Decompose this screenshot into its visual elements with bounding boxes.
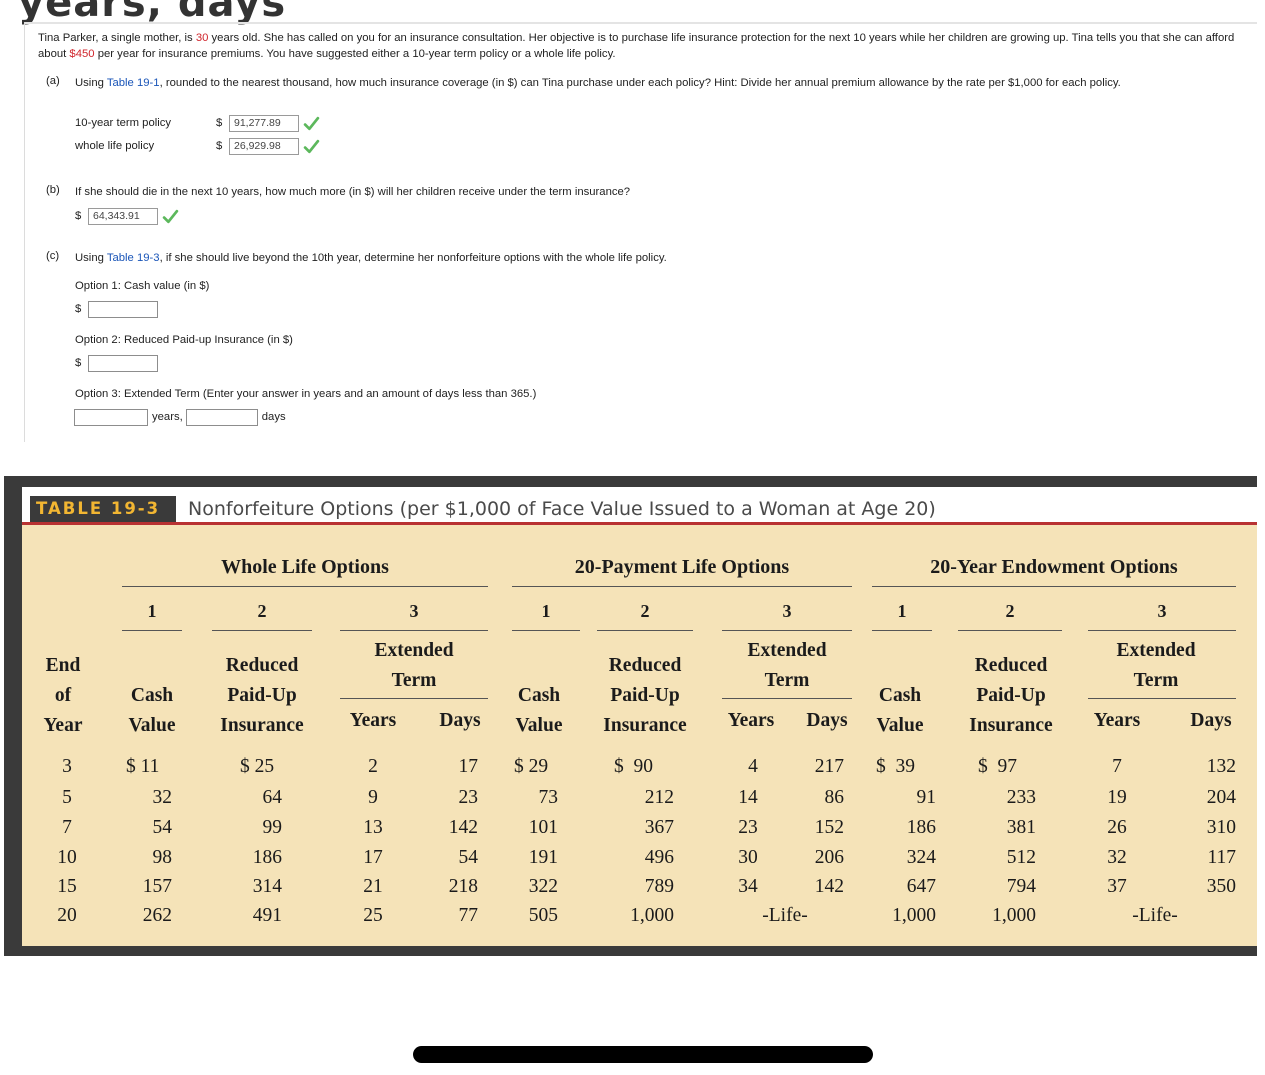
table-19-1-link[interactable]: Table 19-1 (107, 77, 160, 89)
option-underline (340, 630, 488, 631)
part-b-answer-row: $ 64,343.91 (75, 207, 179, 225)
option-underline (958, 630, 1062, 631)
part-a-label: (a) (46, 75, 60, 87)
reduced-paid-up-input[interactable] (88, 354, 158, 372)
left-divider (24, 22, 25, 442)
option-underline (872, 630, 932, 631)
option-number: 2 (640, 601, 650, 621)
option-number: 3 (782, 601, 792, 621)
table-tag: TABLE 19-3 (30, 496, 176, 522)
option-2-row: $ (75, 354, 158, 372)
option-1-row: $ (75, 300, 158, 318)
extended-term-underline (1088, 698, 1236, 699)
option-underline (597, 630, 693, 631)
option-number: 1 (541, 601, 551, 621)
term-policy-input[interactable]: 91,277.89 (229, 114, 299, 132)
option-underline (1088, 630, 1236, 631)
option-number: 2 (257, 601, 267, 621)
whole-life-label: whole life policy (75, 140, 155, 152)
extended-years-input[interactable] (74, 408, 148, 426)
home-indicator[interactable] (413, 1046, 873, 1063)
part-b-text: If she should die in the next 10 years, … (75, 186, 631, 198)
check-icon (162, 209, 179, 223)
extended-term-header: Extended Term (374, 640, 454, 691)
group-whole-life: Whole Life Options (221, 556, 389, 578)
table-19-3-link[interactable]: Table 19-3 (107, 252, 160, 264)
days-unit: days (261, 411, 286, 423)
reduced-paid-up-header: Reduced Paid-Up Insurance (220, 655, 304, 736)
table-title: Nonforfeiture Options (per $1,000 of Fac… (188, 498, 936, 520)
option-number: 1 (147, 601, 157, 621)
cash-value-header: Cash Value (128, 685, 176, 736)
difference-input[interactable]: 64,343.91 (88, 207, 158, 225)
group-underline (122, 586, 488, 587)
option-2-label: Option 2: Reduced Paid-up Insurance (in … (75, 334, 293, 346)
reduced-paid-up-header: Reduced Paid-Up Insurance (969, 655, 1053, 736)
cash-value-header: Cash Value (876, 685, 924, 736)
option-3-label: Option 3: Extended Term (Enter your answ… (75, 388, 537, 400)
extended-days-input[interactable] (185, 408, 258, 426)
reduced-paid-up-header: Reduced Paid-Up Insurance (603, 655, 687, 736)
check-icon (303, 139, 320, 153)
part-c-text: Using Table 19-3, if she should live bey… (75, 252, 667, 264)
years-header: Years (1093, 710, 1141, 731)
question-text: Tina Parker, a single mother, is 30 year… (38, 32, 1235, 60)
days-header: Days (1190, 710, 1232, 731)
option-underline (212, 630, 312, 631)
option-underline (122, 630, 182, 631)
days-header: Days (806, 710, 848, 731)
term-policy-label: 10-year term policy (75, 117, 172, 129)
part-b-label: (b) (46, 184, 60, 196)
extended-term-header: Extended Term (1116, 640, 1196, 691)
extended-term-underline (722, 698, 852, 699)
part-c-label: (c) (46, 250, 60, 262)
group-20-year-endowment: 20-Year Endowment Options (930, 556, 1178, 578)
cash-value-input[interactable] (88, 300, 158, 318)
group-underline (512, 586, 852, 587)
age-value: 30 (195, 32, 209, 44)
years-header: Years (349, 710, 397, 731)
whole-life-input[interactable]: 26,929.98 (229, 137, 299, 155)
premium-value: $450 (69, 48, 95, 60)
group-underline (872, 586, 1236, 587)
option-3-row: years, days (74, 408, 289, 426)
years-unit: years, (152, 411, 183, 423)
option-number: 2 (1005, 601, 1015, 621)
part-a-text: Using Table 19-1, rounded to the nearest… (75, 77, 1121, 89)
extended-term-underline (340, 698, 488, 699)
option-underline (512, 630, 580, 631)
end-of-year-header: End of Year (43, 655, 83, 736)
option-1-label: Option 1: Cash value (in $) (75, 280, 210, 292)
option-number: 3 (409, 601, 419, 621)
years-header: Years (727, 710, 775, 731)
option-number: 3 (1157, 601, 1167, 621)
term-policy-row: 10-year term policy $ 91,277.89 (75, 114, 320, 132)
cash-value-header: Cash Value (515, 685, 563, 736)
top-divider (25, 22, 1257, 24)
group-20-payment: 20-Payment Life Options (574, 556, 790, 578)
option-number: 1 (897, 601, 907, 621)
days-header: Days (439, 710, 481, 731)
extended-term-header: Extended Term (747, 640, 827, 691)
option-underline (722, 630, 852, 631)
check-icon (303, 116, 320, 130)
whole-life-row: whole life policy $ 26,929.98 (75, 137, 320, 155)
